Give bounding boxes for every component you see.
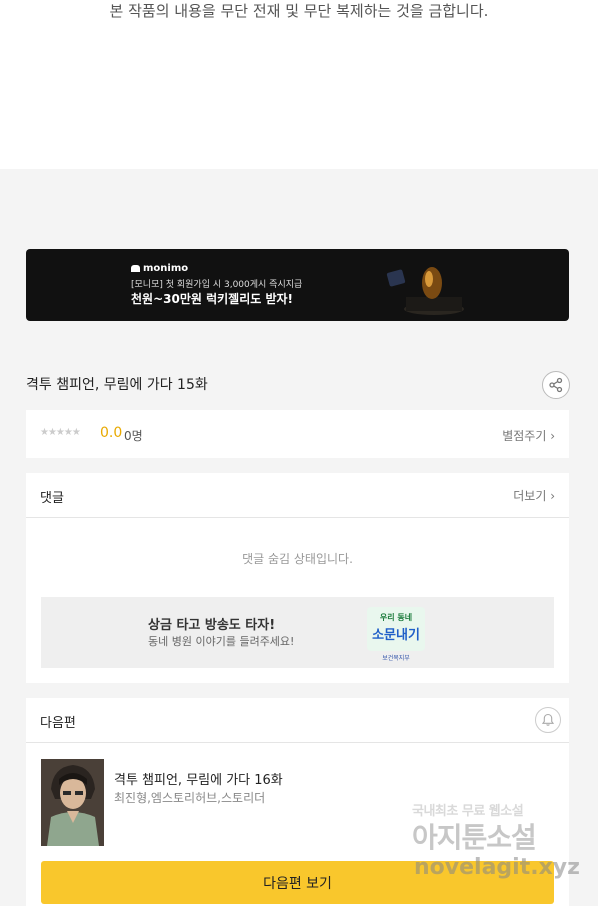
next-episode-title[interactable]: 격투 챔피언, 무림에 가다 16화: [114, 769, 283, 788]
comment-label: 댓글: [40, 491, 64, 506]
bell-icon: [541, 713, 555, 726]
jelly-illustration: [386, 267, 464, 315]
campaign-logo: 우리 동네 소문내기 보건복지부: [367, 607, 425, 662]
rating-card: ★★★★★ 0.0 0명 별점주기 ›: [26, 410, 569, 458]
monimo-logo-icon: [131, 265, 140, 272]
next-episode-thumbnail[interactable]: [41, 759, 104, 846]
next-episode-authors: 최진형,엠스토리허브,스토리더: [114, 791, 266, 805]
banner-headline: 천원~30만원 럭키젤리도 받자!: [131, 292, 294, 306]
episode-title: 격투 챔피언, 무림에 가다 15화: [26, 377, 208, 393]
promo-banner[interactable]: 상금 타고 방송도 타자! 동네 병원 이야기를 들려주세요! 우리 동네 소문…: [41, 597, 554, 668]
promo-subtitle: 동네 병원 이야기를 들려주세요!: [148, 635, 295, 648]
comment-more-link[interactable]: 더보기 ›: [513, 487, 555, 504]
rating-score: 0.0: [100, 425, 123, 441]
share-icon: [549, 377, 563, 393]
end-of-content-area: [0, 0, 598, 169]
banner-subtext: [모니모] 첫 회원가입 시 3,000게시 즉시지급: [131, 280, 303, 290]
next-episode-header: 다음편: [26, 698, 569, 743]
rating-stars: ★★★★★: [40, 427, 81, 438]
campaign-logo-line2: 소문내기: [372, 627, 420, 643]
copyright-notice: 본 작품의 내용을 무단 전재 및 무단 복제하는 것을 금합니다.: [109, 2, 489, 20]
monimo-logo: monimo: [131, 263, 188, 274]
ad-banner[interactable]: monimo [모니모] 첫 회원가입 시 3,000게시 즉시지급 천원~30…: [26, 249, 569, 321]
site-watermark: 국내최초 무료 웹소설 아지툰소설 novelagit.xyz: [410, 800, 580, 886]
watermark-url: novelagit.xyz: [414, 855, 580, 880]
rate-button[interactable]: 별점주기 ›: [502, 427, 555, 444]
campaign-logo-line1: 우리 동네: [380, 612, 412, 622]
promo-title: 상금 타고 방송도 타자!: [148, 618, 276, 633]
next-episode-label: 다음편: [40, 716, 76, 731]
campaign-org: 보건복지부: [382, 654, 410, 662]
watermark-title: 아지툰소설: [412, 821, 537, 854]
banner-brand: monimo: [143, 263, 189, 274]
thumbnail-illustration: [41, 759, 104, 846]
comment-header: 댓글 더보기 ›: [26, 473, 569, 518]
comment-hidden-message: 댓글 숨김 상태입니다.: [242, 552, 353, 566]
notification-button[interactable]: [535, 707, 561, 733]
share-button[interactable]: [542, 371, 570, 399]
rating-count: 0명: [124, 429, 143, 443]
comment-card: 댓글 더보기 › 댓글 숨김 상태입니다. 상금 타고 방송도 타자! 동네 병…: [26, 473, 569, 683]
